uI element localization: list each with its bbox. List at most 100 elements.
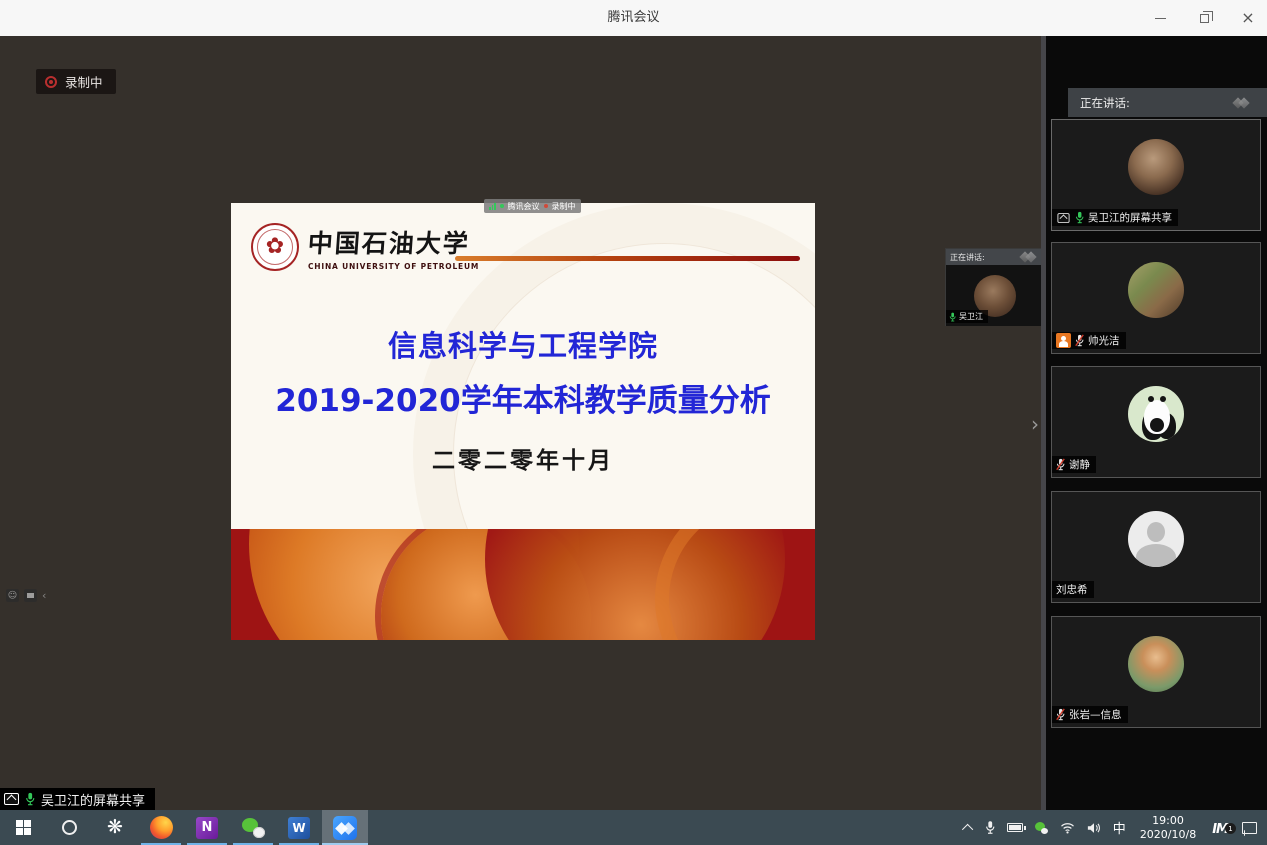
slide-title-line2: 2019-2020学年本科教学质量分析 — [275, 383, 771, 419]
minimize-button[interactable] — [1149, 7, 1171, 29]
slide-date: 二零二零年十月 — [432, 448, 614, 474]
tray-ime-indicator[interactable]: 中 — [1107, 810, 1132, 845]
avatar — [1128, 139, 1184, 196]
tray-microphone[interactable] — [979, 810, 1001, 845]
university-name-en: CHINA UNIVERSITY OF PETROLEUM — [308, 261, 480, 271]
mic-muted-icon — [1075, 334, 1084, 347]
tencent-meeting-window: 腾讯会议 × 录制中 ✿ 中国石油大学 CHINA UNIVERSITY OF … — [0, 0, 1267, 845]
tray-wechat[interactable] — [1029, 810, 1054, 845]
tencent-meeting-icon — [333, 815, 357, 840]
ime-badge: 1 — [1225, 823, 1236, 834]
window-controls: × — [1149, 0, 1259, 36]
screen-share-icon — [4, 793, 19, 805]
start-button[interactable] — [0, 810, 46, 845]
share-status-pill: 腾讯会议 录制中 — [484, 199, 581, 213]
wifi-icon — [1060, 822, 1074, 834]
participant-tile[interactable]: 谢静 — [1051, 366, 1261, 478]
firefox-button[interactable] — [138, 810, 184, 845]
avatar — [1128, 386, 1184, 443]
cortana-icon — [61, 820, 77, 835]
network-signal-icon — [489, 202, 496, 210]
speaking-overlay-header: 正在讲话: — [950, 252, 985, 262]
emoji-icon[interactable]: ☺ — [6, 589, 19, 602]
presentation-slide: ✿ 中国石油大学 CHINA UNIVERSITY OF PETROLEUM 信… — [231, 203, 815, 640]
battery-icon — [1006, 823, 1026, 832]
pill-meeting-label: 腾讯会议 — [507, 201, 540, 211]
participant-name: 谢静 — [1069, 459, 1090, 471]
participant-name: 吴卫江的屏幕共享 — [1088, 212, 1172, 224]
wechat-button[interactable] — [230, 810, 276, 845]
tray-expand-button[interactable] — [959, 810, 979, 845]
person-badge-icon — [1056, 333, 1071, 348]
slide-header-rule — [455, 256, 800, 261]
tray-battery[interactable] — [1001, 810, 1029, 845]
clock-date: 2020/10/8 — [1139, 827, 1197, 841]
windows-logo-icon — [15, 820, 31, 835]
keyboard-icon[interactable] — [24, 589, 37, 602]
minimize-icon — [1154, 17, 1166, 19]
sidebar-header-label: 正在讲话: — [1080, 95, 1130, 110]
tray-volume[interactable] — [1081, 810, 1107, 845]
wechat-icon — [1034, 821, 1048, 834]
meeting-logo-icon — [1231, 96, 1253, 109]
university-emblem-icon: ✿ — [265, 234, 285, 259]
mini-toolbar: ☺ ‹ — [6, 589, 46, 602]
tray-wifi[interactable] — [1054, 810, 1081, 845]
screen-share-icon — [1057, 212, 1070, 223]
firefox-icon — [149, 816, 173, 839]
mic-on-icon — [1075, 211, 1084, 224]
slide-title-line1: 信息科学与工程学院 — [387, 329, 658, 363]
stage-share-name: 吴卫江的屏幕共享 — [41, 793, 146, 809]
meeting-logo-icon — [1018, 251, 1040, 263]
microphone-icon — [985, 821, 995, 834]
participant-tile[interactable]: 帅光洁 — [1051, 242, 1261, 354]
participant-tile[interactable]: 张岩—信息 — [1051, 616, 1261, 728]
university-logo: ✿ — [251, 223, 299, 271]
avatar — [1128, 511, 1184, 568]
chevron-left-icon[interactable]: ‹ — [42, 589, 46, 602]
stage-share-label: 吴卫江的屏幕共享 — [0, 788, 156, 810]
participant-name: 刘忠希 — [1056, 584, 1088, 596]
mic-on-icon — [949, 312, 956, 321]
participant-name: 帅光洁 — [1088, 335, 1120, 347]
wechat-icon — [241, 817, 265, 838]
tencent-meeting-button[interactable] — [322, 810, 368, 845]
ime-label: 中 — [1112, 822, 1126, 837]
pinwheel-icon: ❋ — [107, 816, 123, 838]
recording-badge: 录制中 — [36, 69, 116, 94]
slide-header: ✿ 中国石油大学 CHINA UNIVERSITY OF PETROLEUM — [251, 223, 479, 271]
chevron-up-icon — [961, 823, 974, 835]
restore-button[interactable] — [1193, 7, 1215, 29]
tray-clock[interactable]: 19:00 2020/10/8 — [1132, 814, 1204, 842]
university-name-cn: 中国石油大学 — [306, 228, 471, 258]
cortana-button[interactable] — [46, 810, 92, 845]
mic-muted-icon — [1056, 458, 1065, 471]
action-center-icon — [1242, 821, 1257, 834]
speaker-icon — [1087, 822, 1100, 833]
avatar — [1128, 636, 1184, 693]
meeting-status-dot — [499, 204, 504, 208]
pill-recording-label: 录制中 — [551, 201, 576, 211]
participant-tile[interactable]: 吴卫江的屏幕共享 — [1051, 119, 1261, 231]
pinwheel-app-button[interactable]: ❋ — [92, 810, 138, 845]
word-button[interactable]: W — [276, 810, 322, 845]
avatar — [1128, 262, 1184, 319]
window-titlebar: 腾讯会议 × — [0, 0, 1267, 36]
tray-ime-app[interactable]: IM 1 — [1204, 818, 1236, 837]
sidebar-header: 正在讲话: — [1068, 88, 1267, 117]
mic-on-icon — [26, 792, 35, 806]
participant-name: 张岩—信息 — [1069, 709, 1122, 721]
close-icon: × — [1241, 8, 1255, 27]
speaking-overlay: 正在讲话: 吴卫江 — [945, 248, 1045, 326]
onenote-button[interactable]: N — [184, 810, 230, 845]
action-center-button[interactable] — [1236, 810, 1263, 845]
participants-sidebar: 正在讲话: 吴卫江的屏幕共享 帅光洁 谢静 刘忠希 张岩—信息 — [1046, 36, 1267, 810]
recording-status-dot — [543, 204, 548, 208]
shared-screen-stage: 录制中 ✿ 中国石油大学 CHINA UNIVERSITY OF PETROLE… — [0, 36, 1046, 810]
window-title: 腾讯会议 — [607, 10, 660, 25]
participant-tile[interactable]: 刘忠希 — [1051, 491, 1261, 603]
onenote-icon: N — [196, 816, 218, 839]
close-button[interactable]: × — [1237, 7, 1259, 29]
speaking-overlay-speaker: 吴卫江 — [959, 312, 983, 321]
recording-badge-label: 录制中 — [65, 75, 103, 90]
